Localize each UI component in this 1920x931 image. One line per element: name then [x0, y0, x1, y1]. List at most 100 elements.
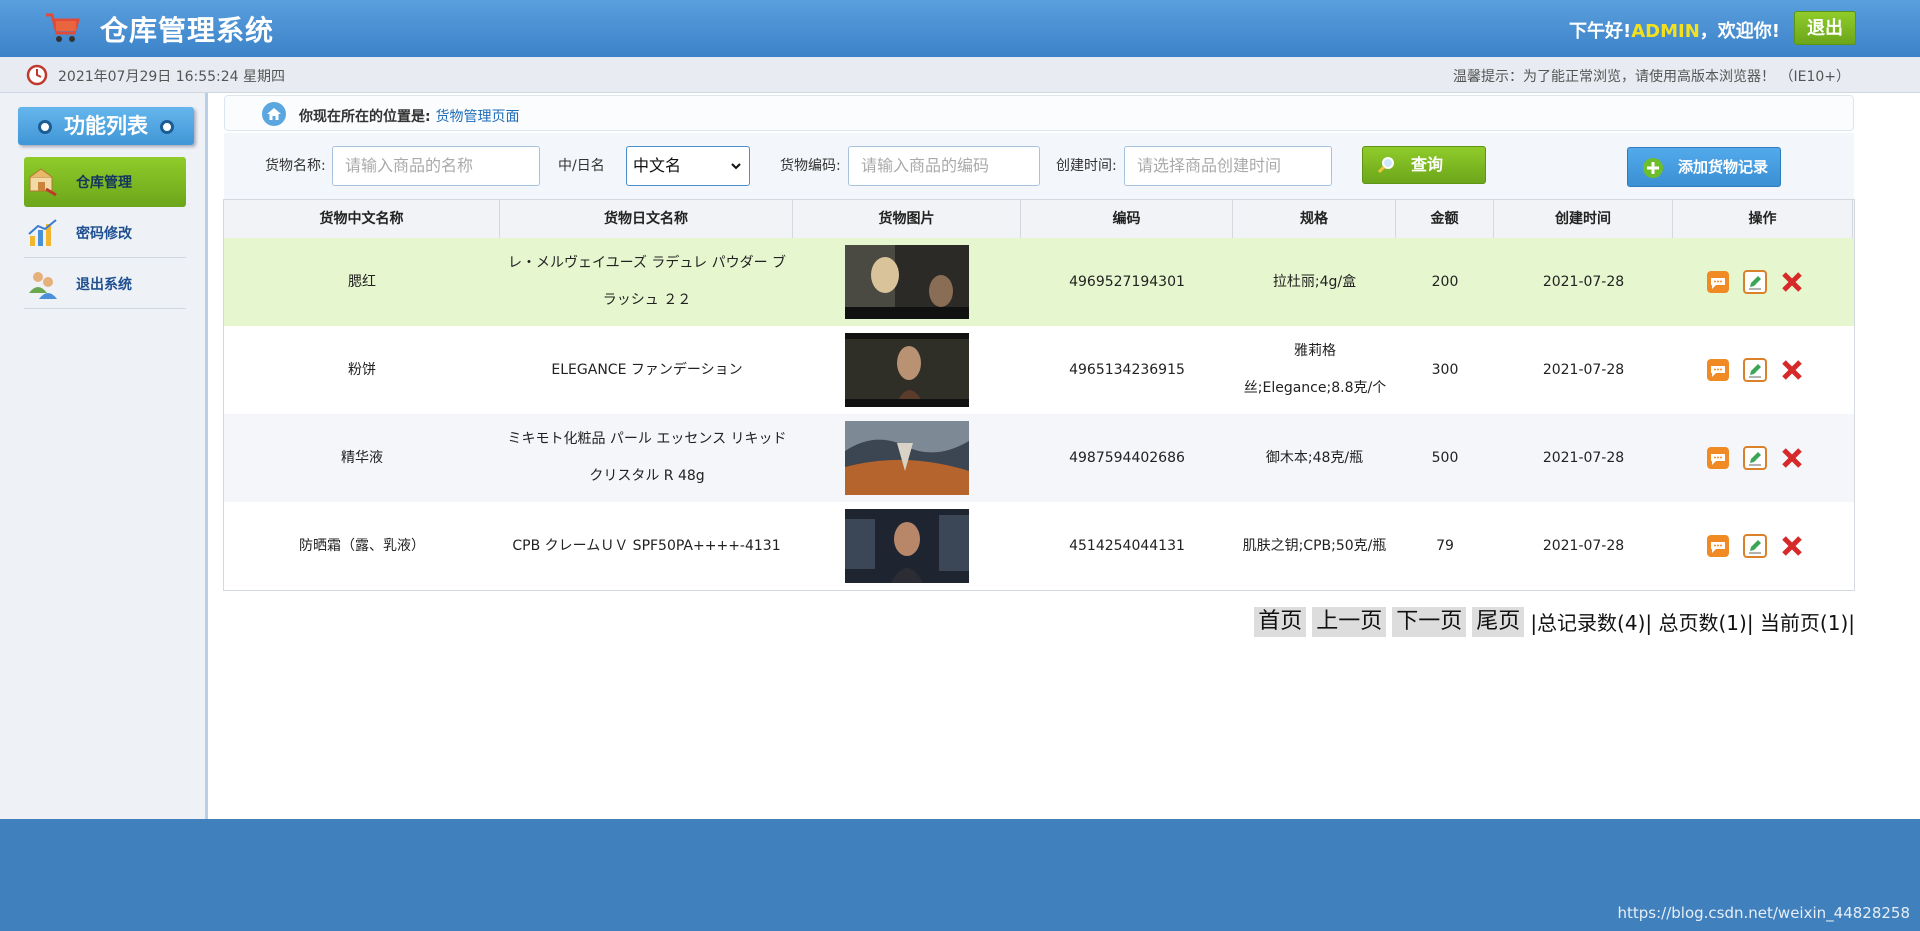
greeting-prefix: 下午好! — [1569, 21, 1632, 42]
sidebar-item-label: 密码修改 — [76, 226, 132, 242]
clock-icon — [26, 64, 48, 86]
query-button-label: 查询 — [1411, 155, 1444, 174]
created-cell: 2021-07-28 — [1542, 273, 1625, 290]
sidebar-title-label: 功能列表 — [64, 114, 148, 138]
amount-cell: 79 — [1436, 537, 1454, 554]
edit-icon[interactable] — [1743, 534, 1767, 558]
jp-name-cell: CPB クレームＵＶ SPF50PA++++-4131 — [512, 537, 781, 554]
goods-table: 货物中文名称 货物日文名称 货物图片 编码 规格 金额 创建时间 操作 腮红 レ… — [223, 199, 1855, 591]
add-record-button[interactable]: 添加货物记录 — [1627, 147, 1781, 187]
spec-cell: 拉杜丽;4g/盒 — [1272, 273, 1357, 290]
name-search-input[interactable]: 请输入商品的名称 — [332, 146, 540, 186]
col-header-amount: 金额 — [1396, 200, 1494, 238]
delete-icon[interactable] — [1780, 534, 1804, 558]
warehouse-icon — [29, 168, 57, 197]
table-row[interactable]: 粉饼 ELEGANCE ファンデーション 4965134236915 雅莉格丝;… — [224, 326, 1854, 414]
cn-name-cell: 防晒霜（露、乳液） — [299, 537, 425, 554]
bullet-icon — [38, 120, 52, 134]
amount-cell: 300 — [1431, 361, 1459, 378]
prev-page-button[interactable]: 上一页 — [1312, 607, 1387, 637]
created-cell: 2021-07-28 — [1542, 537, 1625, 554]
breadcrumb-current-link[interactable]: 货物管理页面 — [435, 109, 519, 125]
app-title: 仓库管理系统 — [100, 14, 275, 47]
spec-cell: 雅莉格丝;Elegance;8.8克/个 — [1243, 343, 1387, 396]
detail-icon[interactable] — [1706, 446, 1730, 470]
image-cell — [793, 414, 1021, 502]
code-cell: 4514254044131 — [1069, 537, 1185, 554]
detail-icon[interactable] — [1706, 270, 1730, 294]
code-cell: 4969527194301 — [1069, 273, 1185, 290]
plus-circle-icon — [1643, 158, 1663, 178]
col-header-actions: 操作 — [1673, 200, 1853, 238]
lang-label: 中/日名 — [558, 158, 605, 174]
table-row[interactable]: 防晒霜（露、乳液） CPB クレームＵＶ SPF50PA++++-4131 45… — [224, 502, 1854, 590]
total-pages: | 总页数(1) — [1645, 611, 1747, 635]
sidebar-item-warehouse[interactable]: 仓库管理 — [24, 157, 186, 207]
goods-image[interactable] — [845, 333, 969, 407]
password-chart-icon — [28, 219, 57, 246]
detail-icon[interactable] — [1706, 358, 1730, 382]
jp-name-cell: レ・メルヴェイユーズ ラデュレ パウダー ブラッシュ ２２ — [507, 255, 787, 308]
next-page-button[interactable]: 下一页 — [1392, 607, 1467, 637]
current-datetime: 2021年07月29日 16:55:24 星期四 — [58, 69, 286, 85]
goods-image[interactable] — [845, 509, 969, 583]
table-row[interactable]: 精华液 ミキモト化粧品 パール エッセンス リキッド クリスタル R 48g 4… — [224, 414, 1854, 502]
sidebar-item-password[interactable]: 密码修改 — [24, 208, 186, 258]
jp-name-cell: ミキモト化粧品 パール エッセンス リキッド クリスタル R 48g — [507, 431, 787, 484]
code-search-input[interactable]: 请输入商品的编码 — [848, 146, 1040, 186]
edit-icon[interactable] — [1743, 446, 1767, 470]
sidebar-item-label: 仓库管理 — [76, 175, 132, 191]
detail-icon[interactable] — [1706, 534, 1730, 558]
delete-icon[interactable] — [1780, 270, 1804, 294]
delete-icon[interactable] — [1780, 446, 1804, 470]
first-page-button[interactable]: 首页 — [1254, 607, 1307, 637]
lang-select[interactable]: 中文名 — [626, 146, 750, 186]
add-record-label: 添加货物记录 — [1678, 158, 1769, 176]
sidebar-item-exit[interactable]: 退出系统 — [24, 259, 186, 309]
created-cell: 2021-07-28 — [1542, 361, 1625, 378]
search-bar: 货物名称: 请输入商品的名称 中/日名 中文名 货物编码: 请输入商品的编码 创… — [224, 133, 1854, 199]
users-exit-icon — [29, 272, 57, 299]
cn-name-cell: 腮红 — [348, 273, 376, 290]
greeting-suffix: ，欢迎你! — [1699, 21, 1780, 42]
search-icon — [1377, 157, 1394, 174]
goods-image[interactable] — [845, 245, 969, 319]
home-icon — [262, 102, 286, 126]
current-page: | 当前页(1)| — [1746, 611, 1855, 635]
spec-cell: 肌肤之钥;CPB;50克/瓶 — [1242, 537, 1387, 554]
cn-name-cell: 精华液 — [341, 449, 383, 466]
spec-cell: 御木本;48克/瓶 — [1265, 449, 1364, 466]
col-header-image: 货物图片 — [793, 200, 1021, 238]
delete-icon[interactable] — [1780, 358, 1804, 382]
amount-cell: 200 — [1431, 273, 1459, 290]
logout-button[interactable]: 退出 — [1794, 11, 1856, 45]
breadcrumb-text: 你现在所在的位置是: 货物管理页面 — [299, 106, 519, 126]
sidebar-item-label: 退出系统 — [76, 277, 132, 293]
breadcrumb-prefix: 你现在所在的位置是: — [299, 109, 431, 125]
col-header-cn-name: 货物中文名称 — [224, 200, 500, 238]
col-header-jp-name: 货物日文名称 — [500, 200, 793, 238]
code-cell: 4987594402686 — [1069, 449, 1185, 466]
username: ADMIN — [1631, 21, 1700, 42]
top-header: 仓库管理系统 下午好!ADMIN，欢迎你! 退出 — [0, 0, 1920, 57]
pagination: 首页 上一页 下一页 尾页 |总记录数(4)| 总页数(1)| 当前页(1)| — [1254, 607, 1855, 639]
cn-name-cell: 粉饼 — [348, 361, 376, 378]
last-page-button[interactable]: 尾页 — [1472, 607, 1525, 637]
created-cell: 2021-07-28 — [1542, 449, 1625, 466]
create-time-input[interactable]: 请选择商品创建时间 — [1124, 146, 1332, 186]
col-header-spec: 规格 — [1233, 200, 1396, 238]
footer: https://blog.csdn.net/weixin_44828258 — [0, 819, 1920, 931]
image-cell — [793, 502, 1021, 590]
query-button[interactable]: 查询 — [1362, 146, 1486, 184]
goods-image[interactable] — [845, 421, 969, 495]
watermark-url: https://blog.csdn.net/weixin_44828258 — [1617, 904, 1910, 922]
chevron-down-icon — [731, 163, 741, 170]
image-cell — [793, 238, 1021, 326]
edit-icon[interactable] — [1743, 358, 1767, 382]
bullet-icon — [160, 120, 174, 134]
table-row[interactable]: 腮红 レ・メルヴェイユーズ ラデュレ パウダー ブラッシュ ２２ 4969527… — [224, 238, 1854, 326]
total-records: |总记录数(4) — [1530, 611, 1646, 635]
edit-icon[interactable] — [1743, 270, 1767, 294]
breadcrumb: 你现在所在的位置是: 货物管理页面 — [224, 95, 1854, 131]
browser-tip: 温馨提示：为了能正常浏览，请使用高版本浏览器！ （IE10+） — [1453, 69, 1850, 85]
